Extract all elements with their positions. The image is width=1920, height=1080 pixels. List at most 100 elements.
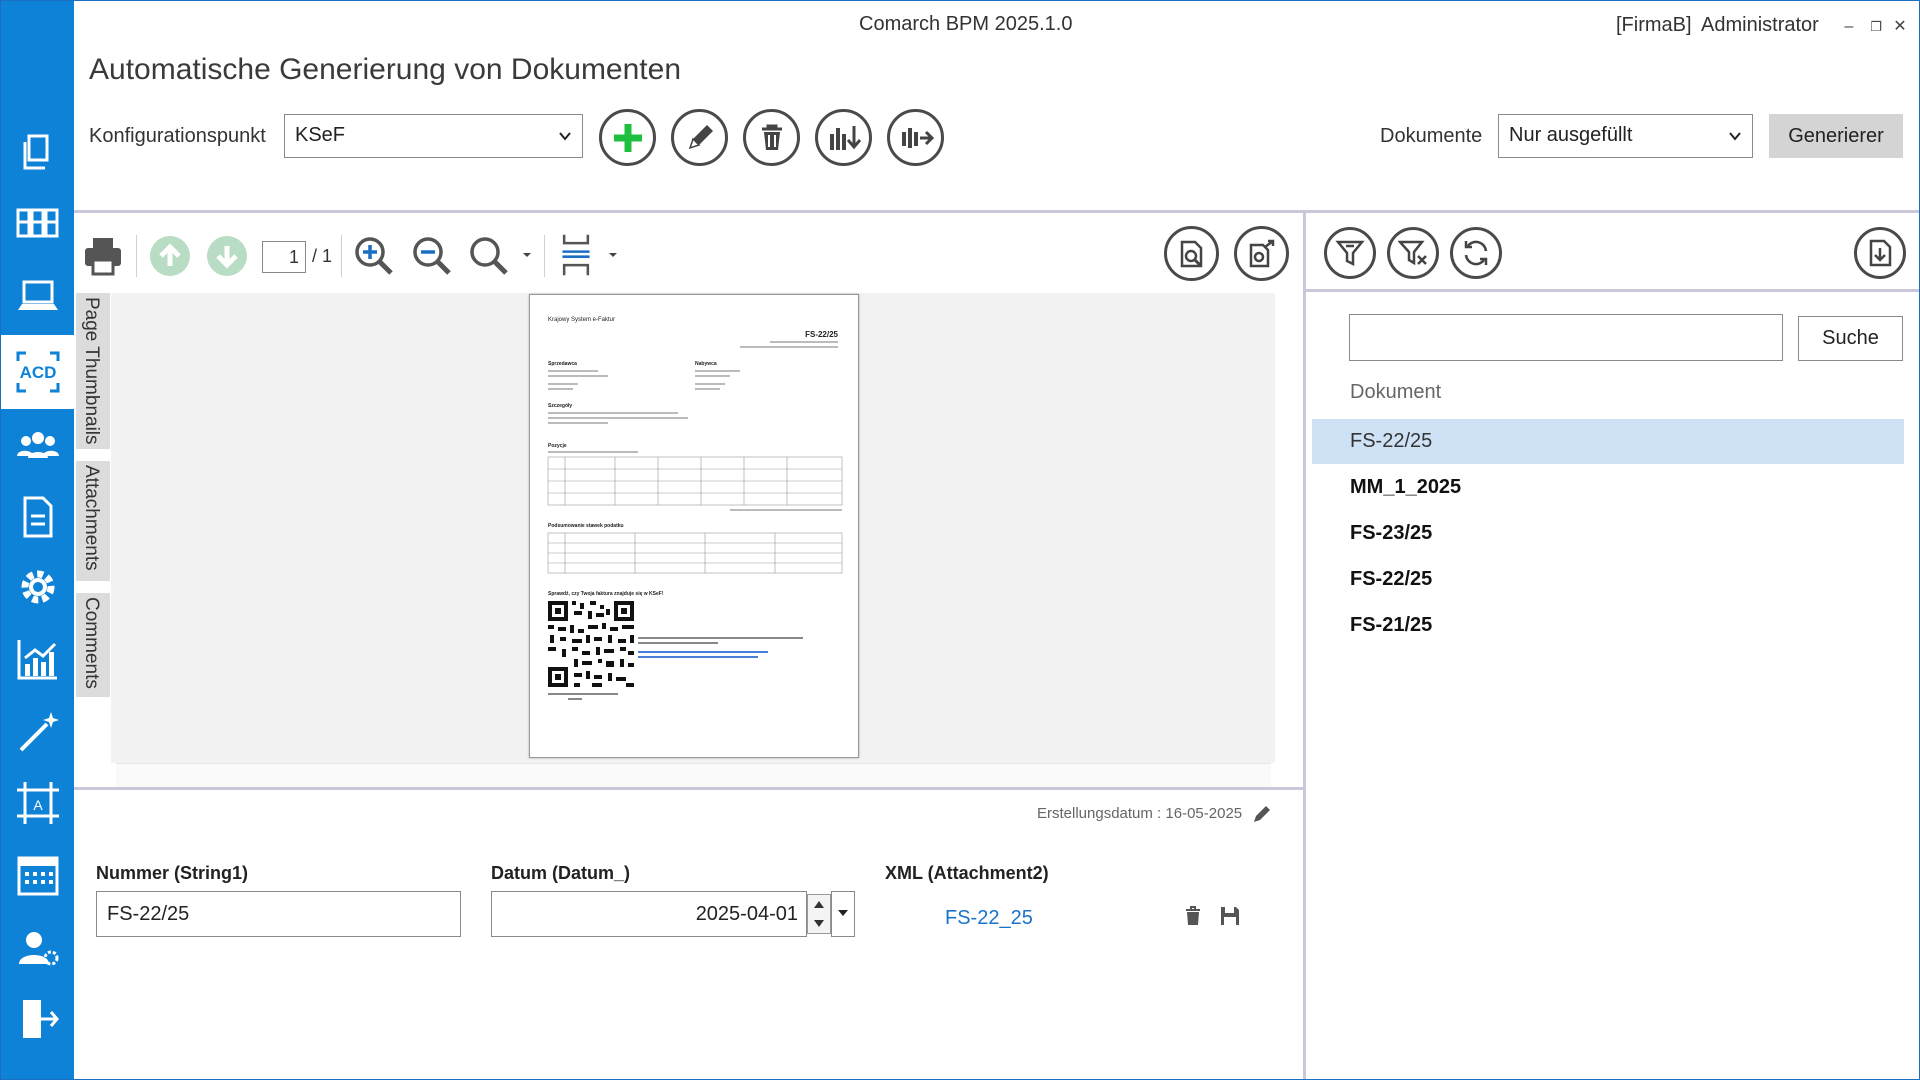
clear-filter-button[interactable] xyxy=(1387,227,1439,279)
qr-code xyxy=(548,601,634,687)
gear-icon xyxy=(21,570,54,604)
open-document-button[interactable] xyxy=(1234,226,1289,281)
svg-text:A: A xyxy=(33,797,43,813)
page-layout-button[interactable] xyxy=(553,229,599,281)
add-button[interactable] xyxy=(599,109,656,166)
tab-comments[interactable]: Comments xyxy=(76,593,110,697)
documents-icon xyxy=(23,134,48,170)
doc-brand: Krajowy System e-Faktur xyxy=(548,317,615,323)
arrow-up-icon xyxy=(150,236,190,276)
spinner-up-icon[interactable] xyxy=(812,898,826,910)
number-field[interactable]: FS-22/25 xyxy=(96,891,461,937)
save-icon[interactable] xyxy=(1219,905,1241,927)
documents-filter-select[interactable]: Nur ausgefüllt xyxy=(1498,114,1753,158)
sidebar-item-settings[interactable] xyxy=(1,553,74,621)
zoom-icon xyxy=(470,237,508,275)
trash-icon[interactable] xyxy=(1183,905,1203,927)
svg-text:ACD: ACD xyxy=(19,363,56,382)
zoom-out-button[interactable] xyxy=(409,233,455,279)
edit-button[interactable] xyxy=(671,109,728,166)
import-button[interactable] xyxy=(815,109,872,166)
document-search-input[interactable] xyxy=(1349,314,1783,361)
config-label: Konfigurationspunkt xyxy=(89,125,266,147)
sidebar-item-user-settings[interactable] xyxy=(1,913,74,981)
config-select-value: KSeF xyxy=(295,124,346,146)
page-number-input[interactable]: 1 xyxy=(262,241,306,273)
sidebar-item-workflow-document[interactable] xyxy=(1,483,74,551)
laptop-icon xyxy=(17,280,58,310)
sidebar-item-calendar[interactable] xyxy=(1,841,74,909)
sidebar-item-users[interactable] xyxy=(1,411,74,479)
tab-page-thumbnails-label: Page Thumbnails xyxy=(81,297,102,445)
config-select[interactable]: KSeF xyxy=(284,114,583,158)
filter-clear-icon xyxy=(1398,240,1427,266)
export-button[interactable] xyxy=(887,109,944,166)
filter-button[interactable] xyxy=(1324,227,1376,279)
restore-icon[interactable]: ❐ xyxy=(1866,17,1886,37)
document-list-item[interactable]: FS-21/25 xyxy=(1312,603,1904,648)
zoom-in-button[interactable] xyxy=(351,233,397,279)
spinner-down-icon[interactable] xyxy=(812,918,826,930)
pencil-icon[interactable] xyxy=(1251,803,1273,825)
sidebar-item-reports[interactable] xyxy=(1,625,74,693)
sidebar-item-documents[interactable] xyxy=(1,117,74,185)
date-picker-button[interactable] xyxy=(831,891,855,937)
right-panel-divider xyxy=(1306,289,1919,292)
document-download-icon xyxy=(1869,239,1892,267)
dropdown-arrow-icon[interactable] xyxy=(607,251,619,259)
company-label[interactable]: [FirmaB] xyxy=(1616,14,1692,37)
print-button[interactable] xyxy=(80,233,126,279)
form-divider xyxy=(74,787,1303,790)
next-page-button[interactable] xyxy=(204,233,250,279)
documents-filter-value: Nur ausgefüllt xyxy=(1509,124,1633,146)
search-button[interactable]: Suche xyxy=(1798,316,1903,361)
sidebar-item-logout[interactable] xyxy=(1,985,74,1053)
date-field-label: Datum (Datum_) xyxy=(491,863,631,883)
doc-buyer-heading: Nabywca xyxy=(695,361,717,367)
sidebar-item-laptop[interactable] xyxy=(1,263,74,331)
top-divider xyxy=(74,210,1919,213)
sidebar-item-ocr[interactable]: A xyxy=(1,769,74,837)
printer-icon xyxy=(85,238,121,276)
close-icon[interactable]: ✕ xyxy=(1890,17,1910,37)
download-button[interactable] xyxy=(1854,227,1906,279)
document-column-header[interactable]: Dokument xyxy=(1350,381,1441,404)
document-list-item[interactable]: FS-23/25 xyxy=(1312,511,1904,556)
minimize-icon[interactable]: – xyxy=(1839,17,1859,37)
magic-wand-icon xyxy=(19,712,59,752)
acd-icon: ACD xyxy=(16,351,59,393)
refresh-button[interactable] xyxy=(1450,227,1502,279)
arrow-down-icon xyxy=(207,236,247,276)
date-spinner[interactable] xyxy=(807,894,831,934)
documents-label: Dokumente xyxy=(1380,125,1483,147)
sidebar-item-wizard[interactable] xyxy=(1,697,74,765)
calendar-icon xyxy=(17,856,58,896)
zoom-in-icon xyxy=(355,237,393,275)
delete-button[interactable] xyxy=(743,109,800,166)
sidebar-item-kanban[interactable] xyxy=(1,189,74,257)
document-list-item[interactable]: FS-22/25 xyxy=(1312,419,1904,464)
tab-page-thumbnails[interactable]: Page Thumbnails xyxy=(76,293,110,449)
zoom-menu-button[interactable] xyxy=(466,233,512,279)
tab-attachments[interactable]: Attachments xyxy=(76,461,110,581)
document-list-item[interactable]: MM_1_2025 xyxy=(1312,465,1904,510)
refresh-icon xyxy=(1464,240,1488,266)
date-field[interactable]: 2025-04-01 xyxy=(491,891,807,937)
document-list-item[interactable]: FS-22/25 xyxy=(1312,557,1904,602)
search-document-button[interactable] xyxy=(1164,226,1219,281)
user-label[interactable]: Administrator xyxy=(1701,14,1819,37)
previous-page-button[interactable] xyxy=(147,233,193,279)
preview-horizontal-scrollbar[interactable] xyxy=(116,763,1271,787)
chevron-down-icon xyxy=(559,132,571,141)
filter-icon xyxy=(1335,240,1365,267)
doc-positions-heading: Pozycje xyxy=(548,443,567,449)
xml-field-label: XML (Attachment2) xyxy=(885,863,1049,883)
xml-attachment-link[interactable]: FS-22_25 xyxy=(945,907,1033,930)
workflow-document-icon xyxy=(23,496,52,538)
doc-seller-heading: Sprzedawca xyxy=(548,361,577,367)
dropdown-arrow-icon[interactable] xyxy=(521,251,533,259)
generate-button[interactable]: Generierer xyxy=(1769,114,1903,158)
sidebar-item-acd[interactable]: ACD xyxy=(1,335,74,409)
document-open-icon xyxy=(1249,239,1274,267)
user-settings-icon xyxy=(18,932,58,966)
